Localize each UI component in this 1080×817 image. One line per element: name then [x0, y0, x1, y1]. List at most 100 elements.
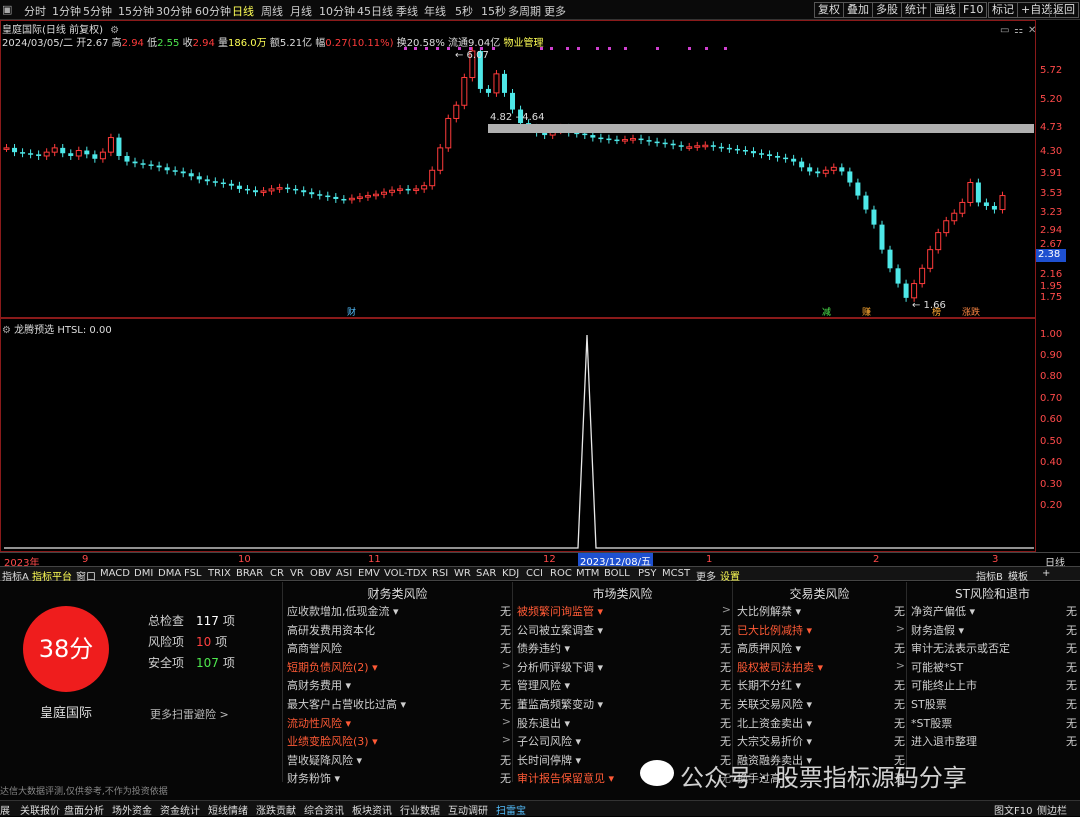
risk-item[interactable]: 进入退市整理 无 — [911, 733, 1077, 749]
risk-item[interactable]: 关联交易风险 ▾ 无 — [737, 696, 905, 712]
risk-item[interactable]: 业绩变脸风险(3) ▾ > — [287, 733, 511, 749]
risk-item[interactable]: 高研发费用资本化 无 — [287, 622, 511, 638]
indicator-tab-15[interactable]: RSI — [432, 568, 448, 579]
period-1[interactable]: 1分钟 — [52, 3, 81, 19]
risk-item[interactable]: 长期不分红 ▾ 无 — [737, 677, 905, 693]
close-icon[interactable]: ✕ — [1028, 25, 1036, 36]
indicator-tab-16[interactable]: WR — [454, 568, 471, 579]
indicator-tab-5[interactable]: DMA — [158, 568, 181, 579]
indicator-right-tab-0[interactable]: 指标B — [976, 568, 1003, 583]
bottom-tab-4[interactable]: 资金统计 — [160, 802, 200, 817]
bottom-tab-2[interactable]: 盘面分析 — [64, 802, 104, 817]
indicator-tab-14[interactable]: VOL-TDX — [384, 568, 427, 579]
risk-item[interactable]: 高商誉风险 无 — [287, 640, 511, 656]
indicator-tab-23[interactable]: PSY — [638, 568, 657, 579]
more-scan-link[interactable]: 更多扫雷避险 > — [150, 706, 229, 722]
risk-item[interactable]: 股权被司法拍卖 ▾ > — [737, 659, 905, 675]
toolbar-button-8[interactable]: 返回 — [1049, 2, 1079, 18]
bottom-tab-9[interactable]: 行业数据 — [400, 802, 440, 817]
candlestick-chart[interactable]: ← 6.074.82 - 4.64← 1.66财减赚榜涨跌▭ ⚏ ✕ — [0, 20, 1036, 318]
bottom-tab-5[interactable]: 短线情绪 — [208, 802, 248, 817]
period-7[interactable]: 周线 — [261, 3, 283, 19]
risk-item[interactable]: 分析师评级下调 ▾ 无 — [517, 659, 731, 675]
period-9[interactable]: 10分钟 — [319, 3, 355, 19]
bottom-tab-0[interactable]: 展 — [0, 802, 10, 817]
indicator-tab-13[interactable]: EMV — [358, 568, 380, 579]
indicator-tab-7[interactable]: TRIX — [208, 568, 231, 579]
toolbar-button-1[interactable]: 叠加 — [843, 2, 873, 18]
period-14[interactable]: 15秒 — [481, 3, 506, 19]
period-15[interactable]: 多周期 — [508, 3, 541, 19]
risk-item[interactable]: 流动性风险 ▾ > — [287, 715, 511, 731]
period-3[interactable]: 15分钟 — [118, 3, 154, 19]
period-16[interactable]: 更多 — [544, 3, 566, 19]
toolbar-button-5[interactable]: F10 — [959, 2, 988, 18]
indicator-tab-9[interactable]: CR — [270, 568, 284, 579]
bottom-tab-6[interactable]: 涨跌贡献 — [256, 802, 296, 817]
indicator-chart[interactable] — [0, 318, 1036, 552]
indicator-tab-21[interactable]: MTM — [576, 568, 599, 579]
indicator-tab-2[interactable]: 窗口 — [76, 568, 96, 583]
risk-item[interactable]: ST股票 无 — [911, 696, 1077, 712]
risk-item[interactable]: 股东退出 ▾ 无 — [517, 715, 731, 731]
risk-item[interactable]: 审计无法表示或否定 无 — [911, 640, 1077, 656]
bottom-tab-11[interactable]: 扫雷宝 — [496, 802, 526, 817]
bottom-right-tab-1[interactable]: 侧边栏 — [1037, 802, 1067, 817]
indicator-tab-0[interactable]: 指标A — [2, 568, 29, 583]
risk-item[interactable]: 高质押风险 ▾ 无 — [737, 640, 905, 656]
period-10[interactable]: 45日线 — [357, 3, 393, 19]
indicator-tab-10[interactable]: VR — [290, 568, 304, 579]
indicator-tab-24[interactable]: MCST — [662, 568, 690, 579]
risk-item[interactable]: 财务粉饰 ▾ 无 — [287, 770, 511, 786]
bottom-tab-10[interactable]: 互动调研 — [448, 802, 488, 817]
indicator-right-tab-2[interactable]: + — [1042, 568, 1050, 579]
risk-item[interactable]: *ST股票 无 — [911, 715, 1077, 731]
risk-item[interactable]: 子公司风险 ▾ 无 — [517, 733, 731, 749]
period-0[interactable]: 分时 — [24, 3, 46, 19]
risk-item[interactable]: 净资产偏低 ▾ 无 — [911, 603, 1077, 619]
indicator-tab-1[interactable]: 指标平台 — [32, 568, 72, 583]
bottom-tab-1[interactable]: 关联报价 — [20, 802, 60, 817]
indicator-tab-11[interactable]: OBV — [310, 568, 331, 579]
period-2[interactable]: 5分钟 — [83, 3, 112, 19]
indicator-tab-12[interactable]: ASI — [336, 568, 352, 579]
risk-item[interactable]: 董监高频繁变动 ▾ 无 — [517, 696, 731, 712]
indicator-tab-8[interactable]: BRAR — [236, 568, 263, 579]
bottom-tab-8[interactable]: 板块资讯 — [352, 802, 392, 817]
period-5[interactable]: 60分钟 — [195, 3, 231, 19]
risk-item[interactable]: 已大比例减持 ▾ > — [737, 622, 905, 638]
period-8[interactable]: 月线 — [290, 3, 312, 19]
indicator-tab-25[interactable]: 更多 — [696, 568, 716, 583]
toolbar-button-6[interactable]: 标记 — [988, 2, 1018, 18]
risk-item[interactable]: 可能被*ST 无 — [911, 659, 1077, 675]
risk-item[interactable]: 高财务费用 ▾ 无 — [287, 677, 511, 693]
indicator-tab-17[interactable]: SAR — [476, 568, 496, 579]
period-12[interactable]: 年线 — [424, 3, 446, 19]
risk-item[interactable]: 大宗交易折价 ▾ 无 — [737, 733, 905, 749]
indicator-tab-22[interactable]: BOLL — [604, 568, 630, 579]
period-11[interactable]: 季线 — [396, 3, 418, 19]
period-6[interactable]: 日线 — [232, 3, 254, 19]
indicator-tab-4[interactable]: DMI — [134, 568, 153, 579]
toolbar-button-4[interactable]: 画线 — [930, 2, 960, 18]
bottom-right-tab-0[interactable]: 图文F10 — [994, 802, 1032, 817]
layout-icon[interactable]: ⚏ — [1014, 25, 1023, 36]
indicator-tab-18[interactable]: KDJ — [502, 568, 519, 579]
indicator-tab-6[interactable]: FSL — [184, 568, 202, 579]
indicator-tab-19[interactable]: CCI — [526, 568, 543, 579]
risk-item[interactable]: 被频繁问询监管 ▾ > — [517, 603, 731, 619]
risk-item[interactable]: 最大客户占营收比过高 ▾ 无 — [287, 696, 511, 712]
risk-item[interactable]: 大比例解禁 ▾ 无 — [737, 603, 905, 619]
bottom-tab-3[interactable]: 场外资金 — [112, 802, 152, 817]
risk-item[interactable]: 应收款增加,低现金流 ▾ 无 — [287, 603, 511, 619]
toolbar-button-3[interactable]: 统计 — [901, 2, 931, 18]
indicator-tab-3[interactable]: MACD — [100, 568, 130, 579]
risk-item[interactable]: 短期负债风险(2) ▾ > — [287, 659, 511, 675]
toolbar-button-2[interactable]: 多股 — [872, 2, 902, 18]
risk-item[interactable]: 可能终止上市 无 — [911, 677, 1077, 693]
toolbar-button-0[interactable]: 复权 — [814, 2, 844, 18]
risk-item[interactable]: 财务造假 ▾ 无 — [911, 622, 1077, 638]
maximize-icon[interactable]: ▭ — [1000, 25, 1009, 36]
risk-item[interactable]: 北上资金卖出 ▾ 无 — [737, 715, 905, 731]
risk-item[interactable]: 公司被立案调查 ▾ 无 — [517, 622, 731, 638]
